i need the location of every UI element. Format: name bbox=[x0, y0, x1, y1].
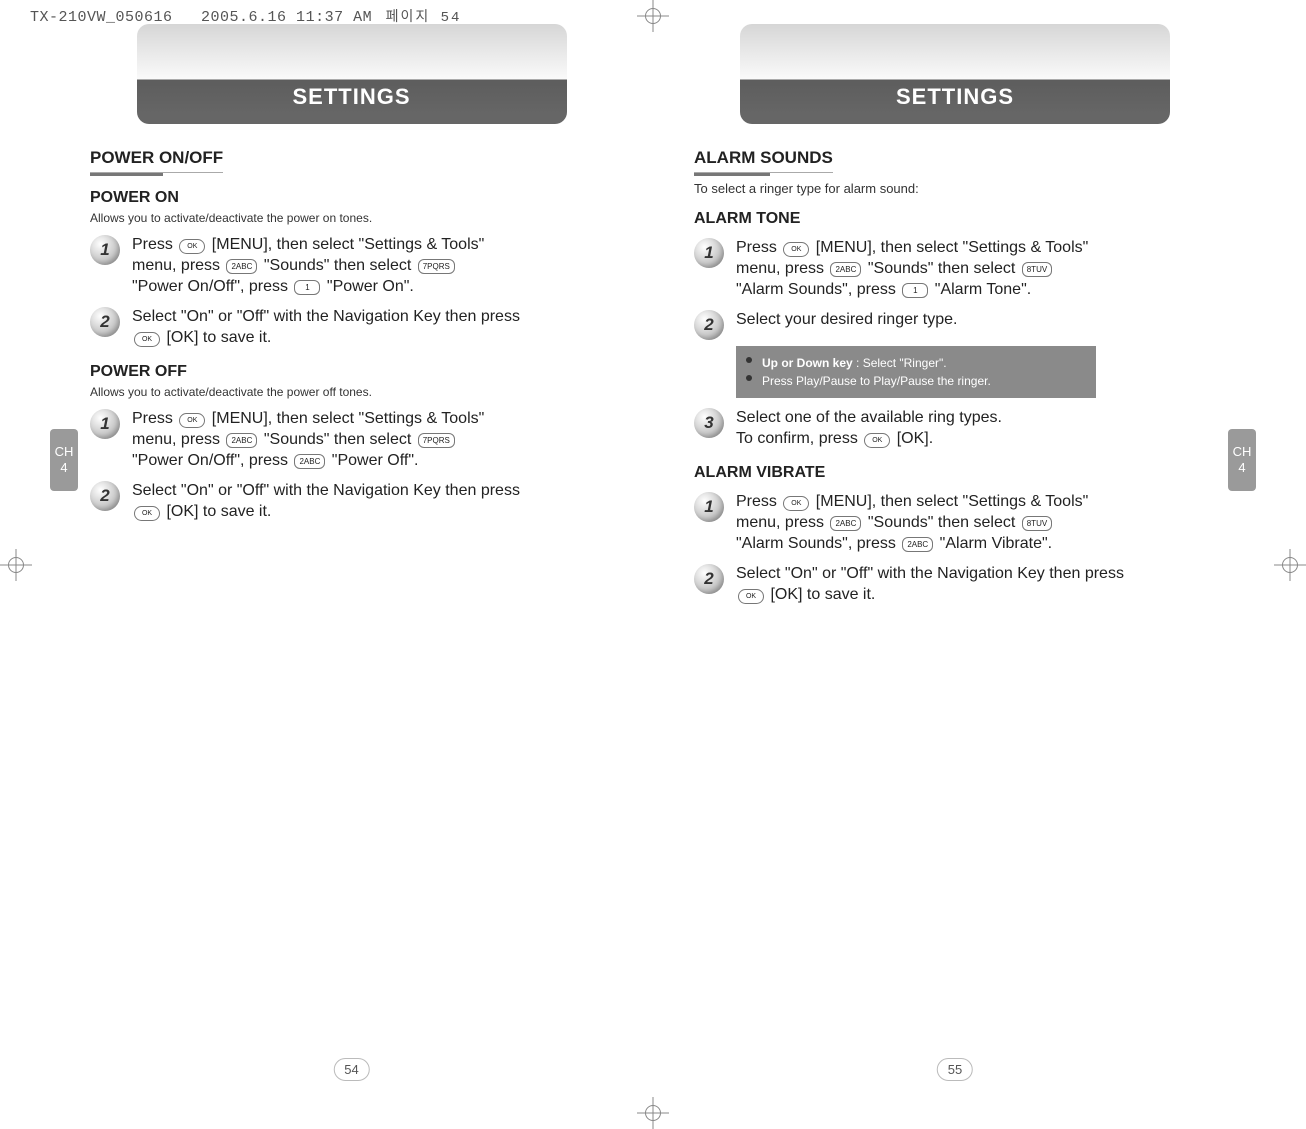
chapter-tab-right: CH 4 bbox=[1228, 429, 1256, 491]
ok-key-icon: OK bbox=[738, 589, 764, 604]
heading-power-off: POWER OFF bbox=[90, 363, 613, 381]
key-2-icon: 2ABC bbox=[294, 454, 325, 469]
key-7-icon: 7PQRS bbox=[418, 259, 455, 274]
step-text: Press OK [MENU], then select "Settings &… bbox=[736, 492, 1124, 554]
intro-alarm-sounds: To select a ringer type for alarm sound: bbox=[694, 181, 1216, 196]
step-bullet-1-icon: 1 bbox=[694, 492, 724, 522]
step-bullet-3-icon: 3 bbox=[694, 408, 724, 438]
chapter-title-right: SETTINGS bbox=[896, 84, 1014, 124]
ok-key-icon: OK bbox=[134, 506, 160, 521]
step-bullet-1-icon: 1 bbox=[90, 235, 120, 265]
chapter-header-left: SETTINGS bbox=[137, 24, 567, 124]
page-number-left: 54 bbox=[333, 1058, 369, 1081]
ok-key-icon: OK bbox=[179, 413, 205, 428]
bullet-dot-icon bbox=[746, 357, 752, 363]
chapter-header-right: SETTINGS bbox=[740, 24, 1170, 124]
key-7-icon: 7PQRS bbox=[418, 433, 455, 448]
note-box: Up or Down key : Select "Ringer". Press … bbox=[736, 346, 1096, 398]
crop-mark-bottom-icon bbox=[637, 1097, 669, 1129]
alarmvib-step-2: 2 Select "On" or "Off" with the Navigati… bbox=[694, 564, 1124, 606]
step-text: Select one of the available ring types. … bbox=[736, 408, 1002, 450]
section-alarm-sounds: ALARM SOUNDS bbox=[694, 148, 833, 173]
chapter-tab-num: 4 bbox=[1238, 461, 1245, 475]
page-left: CH 4 SETTINGS POWER ON/OFF POWER ON Allo… bbox=[50, 24, 653, 1089]
bullet-dot-icon bbox=[746, 375, 752, 381]
key-2-icon: 2ABC bbox=[902, 537, 933, 552]
chapter-title-left: SETTINGS bbox=[292, 84, 410, 124]
step-text: Select "On" or "Off" with the Navigation… bbox=[736, 564, 1124, 606]
poweron-step-2: 2 Select "On" or "Off" with the Navigati… bbox=[90, 307, 520, 349]
step-text: Select "On" or "Off" with the Navigation… bbox=[132, 307, 520, 349]
ok-key-icon: OK bbox=[783, 242, 809, 257]
alarmtone-step-3: 3 Select one of the available ring types… bbox=[694, 408, 1124, 450]
heading-alarm-tone: ALARM TONE bbox=[694, 210, 1216, 228]
alarmvib-step-1: 1 Press OK [MENU], then select "Settings… bbox=[694, 492, 1124, 554]
step-text: Select your desired ringer type. bbox=[736, 310, 957, 331]
heading-power-on: POWER ON bbox=[90, 189, 613, 207]
page-spread: CH 4 SETTINGS POWER ON/OFF POWER ON Allo… bbox=[50, 24, 1256, 1089]
key-8-icon: 8TUV bbox=[1022, 262, 1052, 277]
note-line-2: Press Play/Pause to Play/Pause the ringe… bbox=[762, 372, 1086, 390]
step-bullet-2-icon: 2 bbox=[694, 310, 724, 340]
poweroff-step-2: 2 Select "On" or "Off" with the Navigati… bbox=[90, 481, 520, 523]
step-text: Press OK [MENU], then select "Settings &… bbox=[736, 238, 1124, 300]
chapter-tab-ch: CH bbox=[1233, 445, 1252, 459]
step-text: Select "On" or "Off" with the Navigation… bbox=[132, 481, 520, 523]
crop-mark-left-icon bbox=[0, 549, 32, 581]
key-8-icon: 8TUV bbox=[1022, 516, 1052, 531]
chapter-tab-ch: CH bbox=[55, 445, 74, 459]
alarmtone-step-1: 1 Press OK [MENU], then select "Settings… bbox=[694, 238, 1124, 300]
step-bullet-1-icon: 1 bbox=[694, 238, 724, 268]
step-bullet-1-icon: 1 bbox=[90, 409, 120, 439]
note-line-1: Up or Down key : Select "Ringer". bbox=[762, 354, 1086, 372]
ok-key-icon: OK bbox=[864, 433, 890, 448]
chapter-tab-num: 4 bbox=[60, 461, 67, 475]
key-2-icon: 2ABC bbox=[226, 259, 257, 274]
step-bullet-2-icon: 2 bbox=[90, 481, 120, 511]
step-bullet-2-icon: 2 bbox=[694, 564, 724, 594]
key-2-icon: 2ABC bbox=[830, 516, 861, 531]
ok-key-icon: OK bbox=[134, 332, 160, 347]
poweron-step-1: 1 Press OK [MENU], then select "Settings… bbox=[90, 235, 520, 297]
key-1-icon: 1 bbox=[294, 280, 320, 295]
heading-alarm-vibrate: ALARM VIBRATE bbox=[694, 464, 1216, 482]
key-2-icon: 2ABC bbox=[226, 433, 257, 448]
section-power-onoff: POWER ON/OFF bbox=[90, 148, 223, 173]
poweroff-step-1: 1 Press OK [MENU], then select "Settings… bbox=[90, 409, 520, 471]
ok-key-icon: OK bbox=[179, 239, 205, 254]
step-text: Press OK [MENU], then select "Settings &… bbox=[132, 235, 520, 297]
alarmtone-step-2: 2 Select your desired ringer type. bbox=[694, 310, 1124, 340]
step-text: Press OK [MENU], then select "Settings &… bbox=[132, 409, 520, 471]
crop-mark-right-icon bbox=[1274, 549, 1306, 581]
step-bullet-2-icon: 2 bbox=[90, 307, 120, 337]
page-right: CH 4 SETTINGS ALARM SOUNDS To select a r… bbox=[653, 24, 1256, 1089]
chapter-tab-left: CH 4 bbox=[50, 429, 78, 491]
ok-key-icon: OK bbox=[783, 496, 809, 511]
print-header: TX-210VW_050616 2005.6.16 11:37 AM 페이지 5… bbox=[30, 6, 461, 26]
desc-power-on: Allows you to activate/deactivate the po… bbox=[90, 211, 613, 225]
page-number-right: 55 bbox=[937, 1058, 973, 1081]
desc-power-off: Allows you to activate/deactivate the po… bbox=[90, 385, 613, 399]
key-1-icon: 1 bbox=[902, 283, 928, 298]
key-2-icon: 2ABC bbox=[830, 262, 861, 277]
